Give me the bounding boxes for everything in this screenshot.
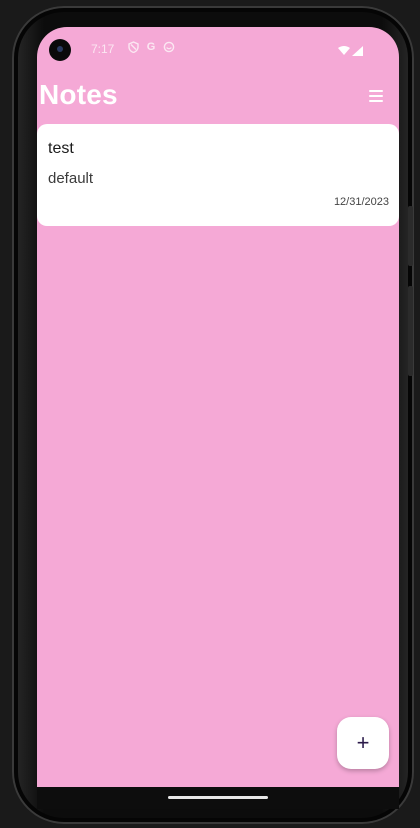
note-date: 12/31/2023 [333, 196, 389, 208]
shield-icon [127, 40, 139, 54]
hamburger-menu-icon[interactable] [369, 87, 387, 105]
app-screen: 7:17 G Notes test default 12/31/2023 + [37, 27, 399, 787]
note-category: default [48, 170, 94, 187]
power-button [408, 206, 413, 266]
add-icon: + [356, 730, 370, 755]
volume-button [408, 286, 413, 376]
status-bar: 7:17 G [37, 27, 399, 73]
google-icon: G [146, 41, 156, 53]
face-icon [163, 40, 175, 54]
page-title: Notes [39, 79, 118, 110]
wifi-icon [338, 43, 350, 61]
navigation-bar [37, 787, 399, 809]
signal-icon [352, 43, 363, 61]
home-gesture-handle[interactable] [168, 796, 268, 799]
system-icons [338, 43, 363, 61]
front-camera [49, 39, 71, 61]
note-title: test [48, 140, 74, 157]
add-note-button[interactable]: + [337, 717, 389, 769]
note-card[interactable]: test default 12/31/2023 [37, 124, 399, 226]
notification-icons: G [127, 40, 175, 54]
status-time: 7:17 [91, 42, 115, 56]
app-header: Notes [37, 73, 399, 119]
